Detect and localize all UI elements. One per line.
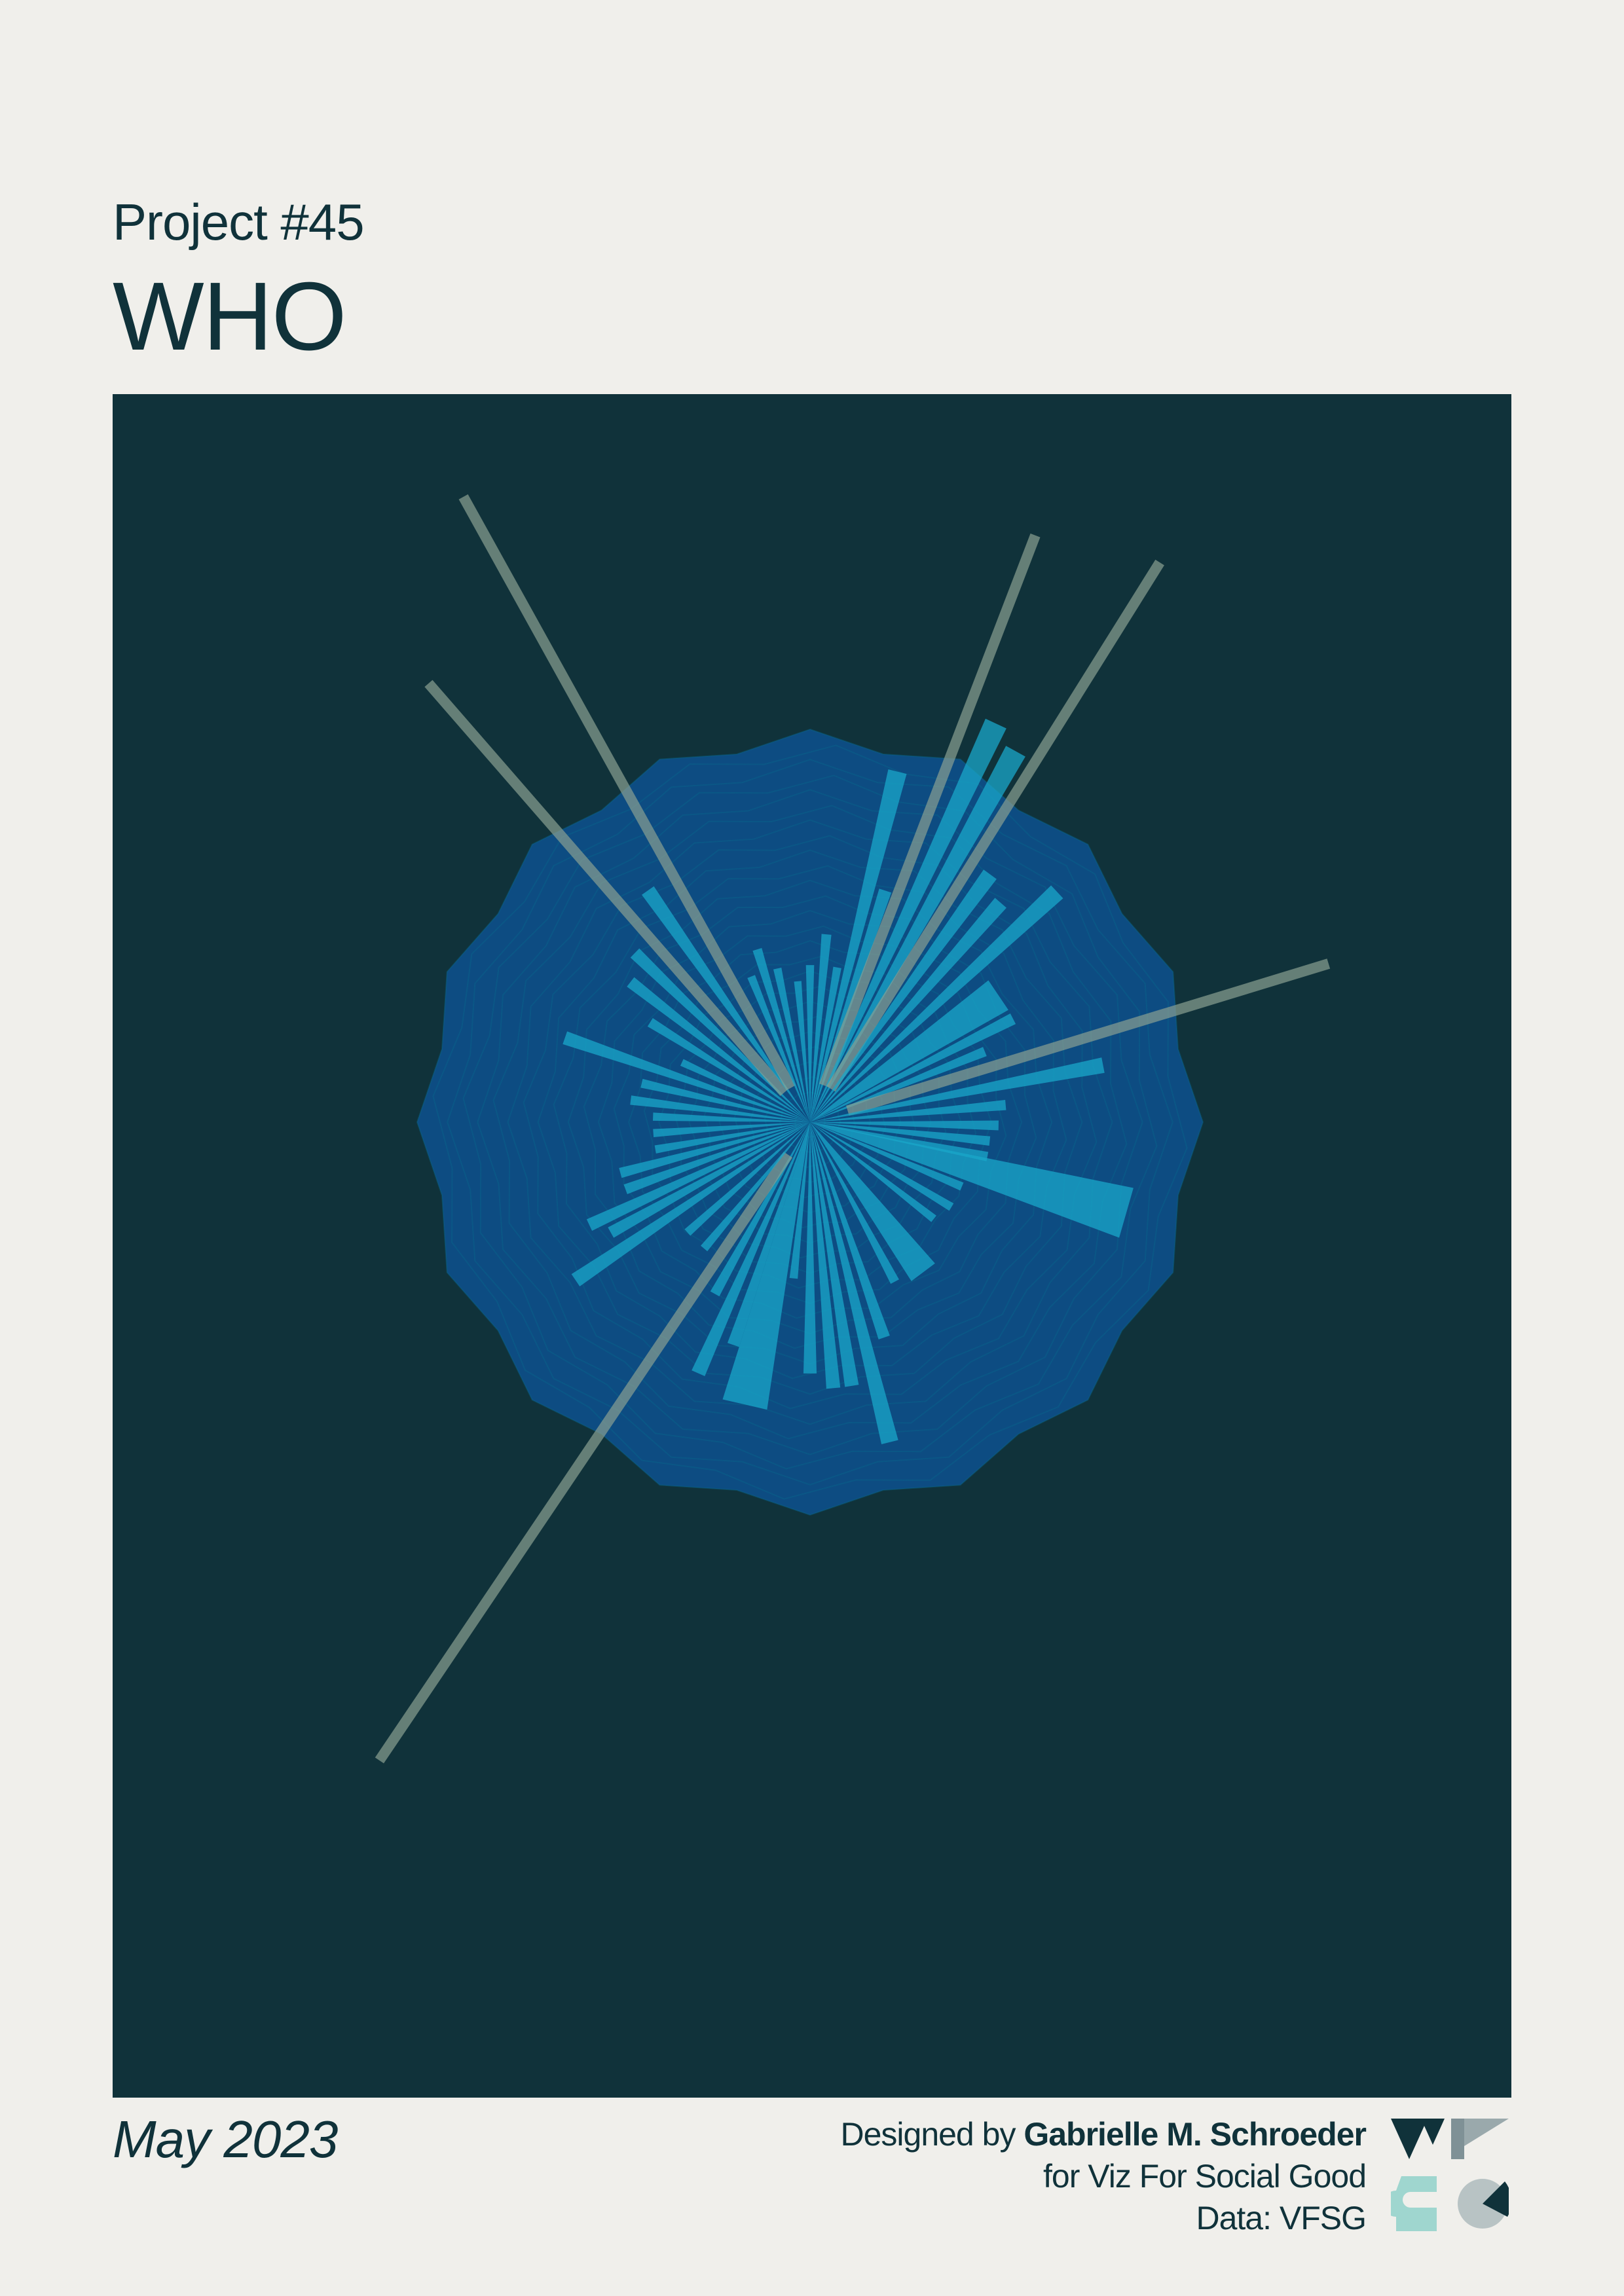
logo-v-right — [1421, 2119, 1445, 2145]
logo-f-stem — [1451, 2119, 1464, 2159]
logo-v-left — [1391, 2119, 1428, 2159]
vfsg-logo-icon — [1391, 2119, 1509, 2231]
logo-s — [1391, 2176, 1437, 2231]
radial-chart — [375, 494, 1331, 1764]
chart-panel — [113, 394, 1511, 2098]
designed-by-prefix: Designed by — [840, 2116, 1016, 2153]
designer-name: Gabrielle M. Schroeder — [1024, 2116, 1367, 2153]
designer-line: Designed by Gabrielle M. Schroeder — [840, 2113, 1367, 2155]
credits: Designed by Gabrielle M. Schroeder for V… — [840, 2113, 1367, 2239]
poster: Project #45 WHO May 2023 Designed by Gab… — [0, 0, 1624, 2296]
date-label: May 2023 — [113, 2110, 338, 2168]
for-line: for Viz For Social Good — [1043, 2158, 1367, 2195]
logo-f-arm — [1464, 2119, 1509, 2146]
page-title: WHO — [113, 263, 347, 371]
data-source: Data: VFSG — [1196, 2200, 1367, 2236]
project-number: Project #45 — [113, 193, 365, 251]
